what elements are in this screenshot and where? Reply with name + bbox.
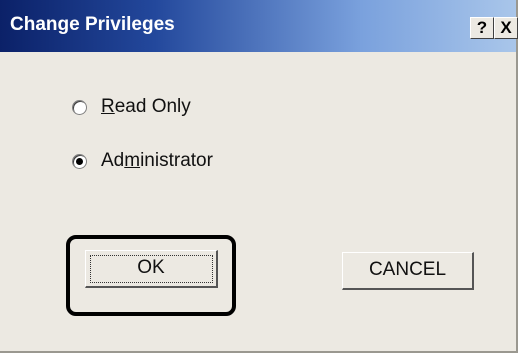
- help-button[interactable]: ?: [470, 17, 494, 39]
- radio-read-only[interactable]: Read Only: [72, 96, 191, 118]
- radio-administrator[interactable]: Administrator: [72, 150, 213, 172]
- cancel-button[interactable]: CANCEL: [342, 252, 474, 290]
- radio-administrator-label[interactable]: Administrator: [101, 150, 213, 172]
- close-button[interactable]: X: [494, 17, 518, 39]
- radio-read-only-circle[interactable]: [72, 99, 87, 115]
- radio-administrator-circle[interactable]: [72, 153, 87, 169]
- ok-button-highlight-callout: [66, 235, 236, 316]
- radio-read-only-label[interactable]: Read Only: [101, 96, 191, 118]
- title-bar[interactable]: Change Privileges ? X: [0, 0, 518, 52]
- dialog-title: Change Privileges: [10, 14, 175, 35]
